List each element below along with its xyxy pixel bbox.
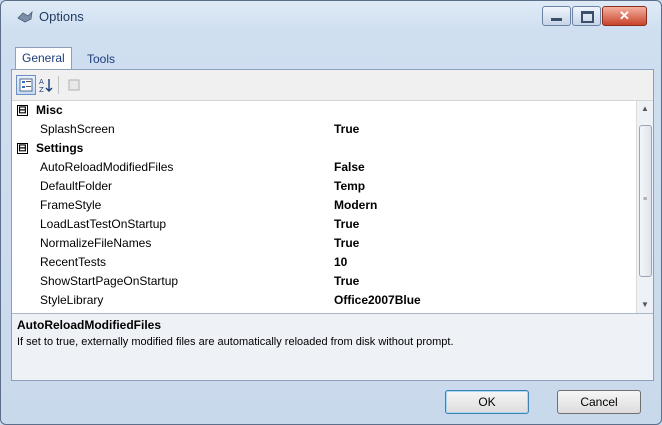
property-value[interactable]: True <box>334 120 359 139</box>
window-controls: ✕ <box>541 6 647 26</box>
property-name: SplashScreen <box>40 122 115 136</box>
property-value[interactable]: True <box>334 272 359 291</box>
minimize-icon <box>551 18 562 21</box>
options-window: Options ✕ General Tools A Z ⊟ Misc Splas… <box>0 0 662 425</box>
category-label: Settings <box>36 141 84 155</box>
close-button[interactable]: ✕ <box>602 6 647 26</box>
category-settings[interactable]: ⊟ Settings <box>12 139 638 158</box>
ok-button[interactable]: OK <box>445 390 529 414</box>
property-row[interactable]: AutoReloadModifiedFiles False <box>12 158 638 177</box>
category-label: Misc <box>36 103 63 117</box>
property-grid: ⊟ Misc SplashScreen True ⊟ Settings Auto… <box>12 101 653 314</box>
collapse-icon[interactable]: ⊟ <box>17 105 28 116</box>
property-name: AutoReloadModifiedFiles <box>40 160 174 174</box>
property-value[interactable]: True <box>334 215 359 234</box>
property-name: NormalizeFileNames <box>40 236 152 250</box>
property-pages-icon <box>68 79 80 91</box>
scroll-up-icon[interactable]: ▲ <box>637 101 653 117</box>
property-value[interactable]: 10 <box>334 253 347 272</box>
property-value[interactable]: Temp <box>334 177 365 196</box>
tab-strip: General Tools <box>15 44 651 71</box>
property-value[interactable]: False <box>334 158 365 177</box>
cancel-button[interactable]: Cancel <box>557 390 641 414</box>
tab-tools[interactable]: Tools <box>81 49 121 69</box>
grip-icon: ≡ <box>643 196 648 203</box>
description-pane: AutoReloadModifiedFiles If set to true, … <box>12 314 653 380</box>
collapse-icon[interactable]: ⊟ <box>17 143 28 154</box>
property-name: StyleLibrary <box>40 293 104 307</box>
property-row[interactable]: StyleLibrary Office2007Blue <box>12 291 638 310</box>
property-value[interactable]: True <box>334 234 359 253</box>
minimize-button[interactable] <box>542 6 571 26</box>
alphabetical-icon: A Z <box>39 78 53 94</box>
property-name: ShowStartPageOnStartup <box>40 274 179 288</box>
window-title: Options <box>39 9 84 24</box>
property-value[interactable]: Modern <box>334 196 377 215</box>
tab-panel: A Z ⊟ Misc SplashScreen True ⊟ Settings … <box>11 69 654 381</box>
vertical-scrollbar[interactable]: ▲ ≡ ▼ <box>636 101 653 313</box>
property-row[interactable]: LoadLastTestOnStartup True <box>12 215 638 234</box>
property-name: DefaultFolder <box>40 179 113 193</box>
title-bar[interactable]: Options ✕ <box>7 4 655 30</box>
property-row[interactable]: SplashScreen True <box>12 120 638 139</box>
description-title: AutoReloadModifiedFiles <box>17 318 161 332</box>
svg-text:Z: Z <box>39 86 44 94</box>
categorized-button[interactable] <box>16 75 36 95</box>
property-grid-toolbar: A Z <box>12 70 653 101</box>
property-name: FrameStyle <box>40 198 102 212</box>
property-name: LoadLastTestOnStartup <box>40 217 167 231</box>
alphabetical-button[interactable]: A Z <box>36 75 56 95</box>
svg-text:A: A <box>39 78 44 86</box>
toolbar-separator <box>58 76 59 94</box>
scroll-thumb[interactable]: ≡ <box>639 125 652 277</box>
property-value[interactable]: Office2007Blue <box>334 291 421 310</box>
property-row[interactable]: FrameStyle Modern <box>12 196 638 215</box>
category-misc[interactable]: ⊟ Misc <box>12 101 638 120</box>
maximize-icon <box>581 11 594 23</box>
tab-general[interactable]: General <box>15 47 72 71</box>
property-row[interactable]: NormalizeFileNames True <box>12 234 638 253</box>
scroll-down-icon[interactable]: ▼ <box>637 297 653 313</box>
maximize-button[interactable] <box>572 6 601 26</box>
property-row[interactable]: ShowStartPageOnStartup True <box>12 272 638 291</box>
property-pages-button[interactable] <box>64 75 84 95</box>
close-icon: ✕ <box>619 8 630 23</box>
description-text: If set to true, externally modified file… <box>17 336 454 348</box>
categorized-icon <box>19 78 33 92</box>
options-icon <box>17 10 33 23</box>
property-row[interactable]: DefaultFolder Temp <box>12 177 638 196</box>
property-name: RecentTests <box>40 255 107 269</box>
property-row[interactable]: RecentTests 10 <box>12 253 638 272</box>
